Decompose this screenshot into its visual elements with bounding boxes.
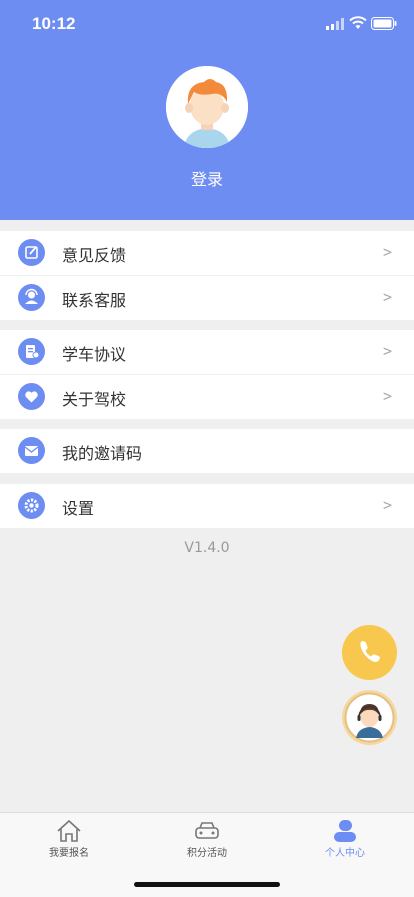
chevron-right-icon: > xyxy=(382,243,392,261)
customer-service-icon xyxy=(18,284,45,311)
menu-item-settings[interactable]: 设置 > xyxy=(0,484,414,528)
heart-icon xyxy=(18,383,45,410)
home-indicator xyxy=(134,882,280,887)
menu-item-label: 学车协议 xyxy=(62,345,127,364)
tab-label: 我要报名 xyxy=(49,848,89,859)
menu-item-agreement[interactable]: 学车协议 > xyxy=(0,330,414,375)
avatar-illustration-icon xyxy=(166,66,248,148)
tab-profile[interactable]: 个人中心 xyxy=(276,813,414,873)
chevron-right-icon: > xyxy=(382,387,392,405)
menu-group-info: 学车协议 > 关于驾校 > xyxy=(0,330,414,419)
menu-group-invite: 我的邀请码 xyxy=(0,429,414,473)
home-icon xyxy=(57,819,81,842)
customer-service-button[interactable] xyxy=(342,690,397,745)
menu-item-invite-code[interactable]: 我的邀请码 xyxy=(0,429,414,473)
chevron-right-icon: > xyxy=(382,342,392,360)
person-icon xyxy=(334,820,356,842)
tab-label: 个人中心 xyxy=(325,848,365,859)
login-button[interactable]: 登录 xyxy=(0,166,414,190)
status-time: 10:12 xyxy=(32,14,76,33)
menu-item-label: 设置 xyxy=(62,499,95,518)
menu-item-about-school[interactable]: 关于驾校 > xyxy=(0,375,414,419)
gear-icon xyxy=(18,492,45,519)
agent-avatar-icon xyxy=(344,692,395,743)
menu-item-customer-service[interactable]: 联系客服 > xyxy=(0,276,414,320)
user-avatar[interactable] xyxy=(166,66,248,148)
car-icon xyxy=(195,822,219,839)
menu-group-settings: 设置 > xyxy=(0,484,414,528)
wifi-icon xyxy=(349,16,367,29)
chevron-right-icon: > xyxy=(382,288,392,306)
tab-register[interactable]: 我要报名 xyxy=(0,813,138,873)
tab-label: 积分活动 xyxy=(187,848,227,859)
menu-item-label: 意见反馈 xyxy=(62,246,127,265)
menu-item-label: 关于驾校 xyxy=(62,390,127,409)
battery-icon xyxy=(371,17,397,30)
menu-group-feedback: 意见反馈 > 联系客服 > xyxy=(0,231,414,320)
envelope-icon xyxy=(18,437,45,464)
menu-item-feedback[interactable]: 意见反馈 > xyxy=(0,231,414,276)
app-version: V1.4.0 xyxy=(184,540,230,556)
call-button[interactable] xyxy=(342,625,397,680)
edit-icon xyxy=(18,239,45,266)
document-icon xyxy=(18,338,45,365)
phone-icon xyxy=(360,641,380,662)
tab-points[interactable]: 积分活动 xyxy=(138,813,276,873)
cellular-signal-icon xyxy=(326,18,344,30)
menu-item-label: 联系客服 xyxy=(62,291,127,310)
profile-header: 10:12 登录 xyxy=(0,0,414,220)
chevron-right-icon: > xyxy=(382,496,392,514)
status-bar: 10:12 xyxy=(0,0,414,50)
menu-item-label: 我的邀请码 xyxy=(62,444,143,463)
